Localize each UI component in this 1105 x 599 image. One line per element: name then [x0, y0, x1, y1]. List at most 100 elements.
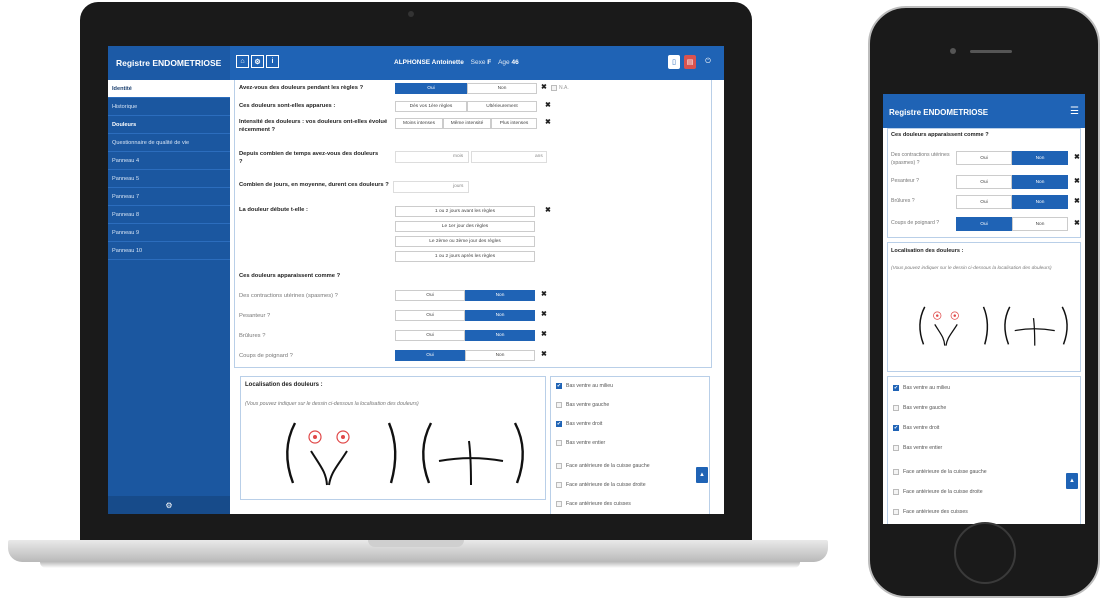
sidebar-item-panneau-7[interactable]: Panneau 7 [108, 188, 230, 206]
sidebar-item-panneau-5[interactable]: Panneau 5 [108, 170, 230, 188]
phone-question-pain-type: Ces douleurs apparaissent comme ? [891, 132, 989, 138]
power-icon[interactable]: ⏻ [702, 55, 714, 69]
phone-spasms-yes-button[interactable]: Oui [956, 151, 1012, 165]
phone-scroll-up-icon[interactable]: ▲ [1066, 473, 1078, 489]
q7-stabbing-no-button[interactable]: Non [465, 350, 535, 361]
pdf-icon[interactable]: ▤ [684, 55, 696, 69]
q7-heaviness-yes-button[interactable]: Oui [395, 310, 465, 321]
q7-burning-yes-button[interactable]: Oui [395, 330, 465, 341]
q2-later-button[interactable]: Ultérieurement [467, 101, 537, 112]
q7-stabbing-clear-icon[interactable]: ✖ [541, 350, 547, 358]
checkbox-checked-icon[interactable]: ✔ [893, 385, 899, 391]
sidebar-item-historique[interactable]: Historique [108, 98, 230, 116]
q3-more-intense-button[interactable]: Plus intenses [491, 118, 537, 129]
phone-stabbing-clear-icon[interactable]: ✖ [1074, 219, 1080, 227]
gear-icon[interactable]: ⚙ [251, 55, 264, 68]
q7-heaviness-clear-icon[interactable]: ✖ [541, 310, 547, 318]
q3-same-intensity-button[interactable]: Même intensité [443, 118, 491, 129]
phone-burning-yes-button[interactable]: Oui [956, 195, 1012, 209]
q7-spasms-yes-button[interactable]: Oui [395, 290, 465, 301]
check-bas-ventre-gauche[interactable]: Bas ventre gauche [556, 402, 609, 408]
q6-option-2[interactable]: Le 1er jour des règles [395, 221, 535, 232]
check-cuisse-gauche[interactable]: Face antérieure de la cuisse gauche [556, 463, 650, 469]
checkbox-icon[interactable] [556, 402, 562, 408]
checkbox-icon[interactable] [893, 489, 899, 495]
q7-burning-no-button[interactable]: Non [465, 330, 535, 341]
check-bas-ventre-milieu[interactable]: ✔ Bas ventre au milieu [556, 383, 613, 389]
phone-stabbing-no-button[interactable]: Non [1012, 217, 1068, 231]
q1-na-checkbox[interactable] [551, 85, 557, 91]
question-pain-intensity: Intensité des douleurs : vos douleurs on… [239, 119, 388, 133]
phone-check-cuisse-gauche[interactable]: Face antérieure de la cuisse gauche [893, 469, 987, 475]
scroll-up-icon[interactable]: ▲ [696, 467, 708, 483]
phone-spasms-clear-icon[interactable]: ✖ [1074, 153, 1080, 161]
age-label: Age [498, 59, 510, 66]
q1-yes-button[interactable]: Oui [395, 83, 467, 94]
phone-spasms-no-button[interactable]: Non [1012, 151, 1068, 165]
home-icon[interactable]: ⌂ [236, 55, 249, 68]
sidebar-item-panneau-4[interactable]: Panneau 4 [108, 152, 230, 170]
q7-burning-clear-icon[interactable]: ✖ [541, 330, 547, 338]
q7-spasms-no-button[interactable]: Non [465, 290, 535, 301]
info-icon[interactable]: i [266, 55, 279, 68]
checkbox-icon[interactable] [556, 501, 562, 507]
q1-no-button[interactable]: Non [467, 83, 537, 94]
phone-stabbing-yes-button[interactable]: Oui [956, 217, 1012, 231]
phone-heaviness-yes-button[interactable]: Oui [956, 175, 1012, 189]
phone-header: Registre ENDOMETRIOSE ☰ [883, 94, 1085, 128]
phone-check-bas-ventre-entier[interactable]: Bas ventre entier [893, 445, 942, 451]
q2-clear-icon[interactable]: ✖ [545, 101, 551, 109]
check-bas-ventre-droit[interactable]: ✔ Bas ventre droit [556, 421, 602, 427]
q2-first-periods-button[interactable]: Dès vos 1ère règles [395, 101, 467, 112]
check-bas-ventre-entier[interactable]: Bas ventre entier [556, 440, 605, 446]
laptop-shadow [40, 562, 800, 568]
sidebar-item-identite[interactable]: Identité [108, 80, 230, 98]
sidebar-item-panneau-10[interactable]: Panneau 10 [108, 242, 230, 260]
sidebar-item-douleurs[interactable]: Douleurs [108, 116, 230, 134]
q6-option-3[interactable]: Le 2ème ou 3ème jour des règles [395, 236, 535, 247]
phone-heaviness-clear-icon[interactable]: ✖ [1074, 177, 1080, 185]
q7-spasms-clear-icon[interactable]: ✖ [541, 290, 547, 298]
phone-check-cuisse-droite[interactable]: Face antérieure de la cuisse droite [893, 489, 983, 495]
phone-heaviness-no-button[interactable]: Non [1012, 175, 1068, 189]
phone-check-cuisses[interactable]: Face antérieure des cuisses [893, 509, 968, 515]
app-title[interactable]: Registre ENDOMETRIOSE [108, 46, 230, 80]
phone-check-bas-ventre-droit[interactable]: ✔ Bas ventre droit [893, 425, 939, 431]
check-cuisses[interactable]: Face antérieure des cuisses [556, 501, 631, 507]
question-pain-days: Combien de jours, en moyenne, durent ces… [239, 182, 389, 188]
sidebar-item-qualite-de-vie[interactable]: Questionnaire de qualité de vie [108, 134, 230, 152]
phone-burning-clear-icon[interactable]: ✖ [1074, 197, 1080, 205]
checkbox-icon[interactable] [556, 440, 562, 446]
check-cuisse-droite[interactable]: Face antérieure de la cuisse droite [556, 482, 646, 488]
sidebar-settings-icon[interactable]: ⚙ [108, 496, 230, 514]
check-label: Bas ventre gauche [566, 402, 610, 408]
phone-app-title[interactable]: Registre ENDOMETRIOSE [889, 108, 988, 117]
checkbox-icon[interactable] [893, 509, 899, 515]
checkbox-icon[interactable] [556, 463, 562, 469]
q6-clear-icon[interactable]: ✖ [545, 206, 551, 214]
q3-less-intense-button[interactable]: Moins intenses [395, 118, 443, 129]
checkbox-icon[interactable] [893, 445, 899, 451]
phone-pain-location-drawing[interactable] [916, 289, 1068, 361]
q1-clear-icon[interactable]: ✖ [541, 83, 547, 91]
sidebar-item-panneau-9[interactable]: Panneau 9 [108, 224, 230, 242]
pain-location-drawing[interactable] [281, 417, 524, 487]
checkbox-icon[interactable] [893, 469, 899, 475]
phone-home-button[interactable] [954, 522, 1016, 584]
q6-option-4[interactable]: 1 ou 2 jours après les règles [395, 251, 535, 262]
checkbox-checked-icon[interactable]: ✔ [893, 425, 899, 431]
checkbox-checked-icon[interactable]: ✔ [556, 383, 562, 389]
phone-check-bas-ventre-gauche[interactable]: Bas ventre gauche [893, 405, 946, 411]
checkbox-icon[interactable] [893, 405, 899, 411]
q7-stabbing-yes-button[interactable]: Oui [395, 350, 465, 361]
checkbox-icon[interactable] [556, 482, 562, 488]
document-icon[interactable]: ▯ [668, 55, 680, 69]
sidebar-item-panneau-8[interactable]: Panneau 8 [108, 206, 230, 224]
q7-heaviness-no-button[interactable]: Non [465, 310, 535, 321]
q3-clear-icon[interactable]: ✖ [545, 118, 551, 126]
phone-burning-no-button[interactable]: Non [1012, 195, 1068, 209]
checkbox-checked-icon[interactable]: ✔ [556, 421, 562, 427]
q6-option-1[interactable]: 1 ou 2 jours avant les règles [395, 206, 535, 217]
phone-check-bas-ventre-milieu[interactable]: ✔ Bas ventre au milieu [893, 385, 950, 391]
hamburger-menu-icon[interactable]: ☰ [1070, 106, 1079, 117]
